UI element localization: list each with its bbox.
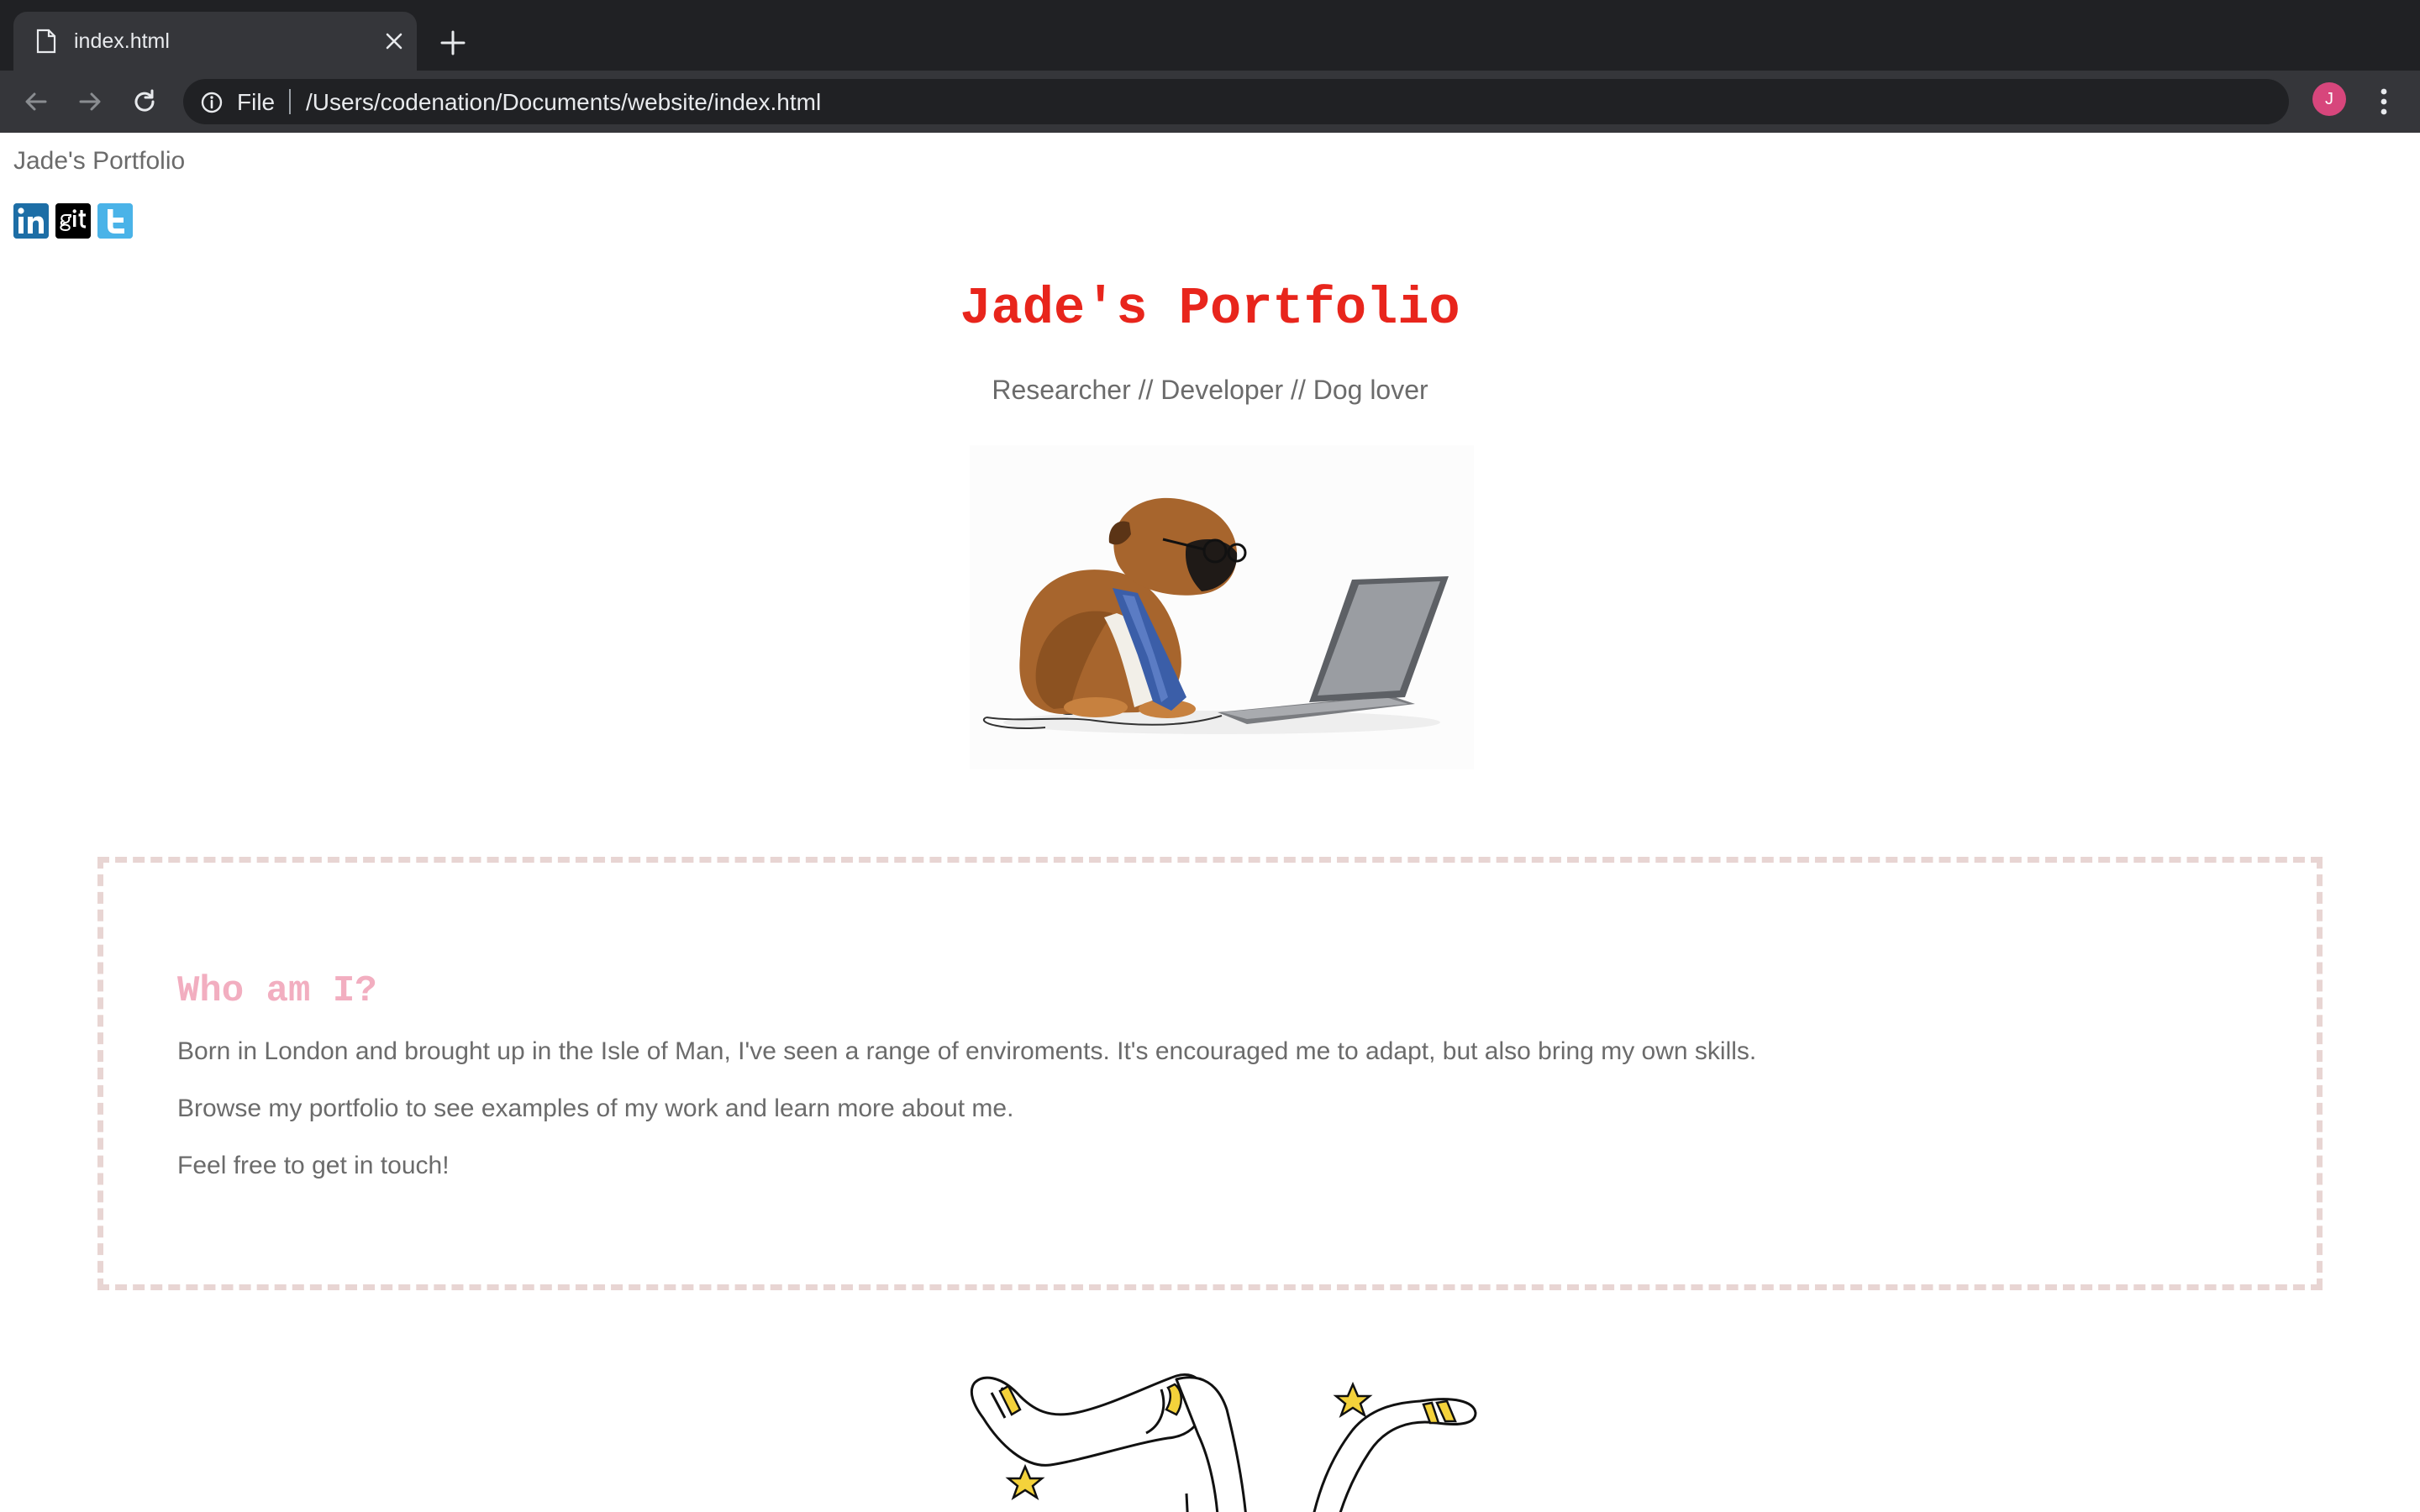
scheme-label: File xyxy=(237,89,276,115)
info-icon[interactable] xyxy=(200,91,224,114)
twitter-icon[interactable] xyxy=(97,203,133,239)
social-links xyxy=(13,203,133,239)
git-icon[interactable] xyxy=(55,203,91,239)
avatar[interactable]: J xyxy=(2312,82,2346,116)
arrow-left-icon[interactable] xyxy=(22,87,50,116)
reload-icon[interactable] xyxy=(130,87,159,116)
page-icon xyxy=(36,29,56,54)
linkedin-icon[interactable] xyxy=(13,203,49,239)
about-paragraph: Feel free to get in touch! xyxy=(177,1152,450,1179)
about-paragraph: Browse my portfolio to see examples of m… xyxy=(177,1095,1014,1122)
page-subtitle: Researcher // Developer // Dog lover xyxy=(992,375,1428,405)
close-icon[interactable] xyxy=(383,30,405,52)
browser-tab[interactable]: index.html xyxy=(13,12,417,71)
page-viewport: Jade's Portfolio Jade's Portfolio Resear… xyxy=(0,133,2420,1512)
triskelion-image xyxy=(970,1373,1477,1512)
browser-toolbar: File /Users/codenation/Documents/website… xyxy=(0,71,2420,133)
plus-icon[interactable] xyxy=(439,29,467,57)
browser-tab-bar: index.html xyxy=(0,0,2420,71)
kebab-menu-icon[interactable] xyxy=(2371,86,2396,118)
address-separator xyxy=(289,89,291,114)
about-section: Who am I? Born in London and brought up … xyxy=(97,857,2323,1290)
about-heading: Who am I? xyxy=(177,970,377,1012)
address-bar[interactable]: File /Users/codenation/Documents/website… xyxy=(183,79,2289,124)
arrow-right-icon[interactable] xyxy=(76,87,104,116)
url-text[interactable]: /Users/codenation/Documents/website/inde… xyxy=(306,89,821,116)
page-title: Jade's Portfolio xyxy=(960,279,1460,339)
tab-title: index.html xyxy=(74,29,170,53)
about-paragraph: Born in London and brought up in the Isl… xyxy=(177,1037,1757,1065)
nav-brand[interactable]: Jade's Portfolio xyxy=(13,146,185,176)
dog-laptop-image xyxy=(970,445,1474,769)
